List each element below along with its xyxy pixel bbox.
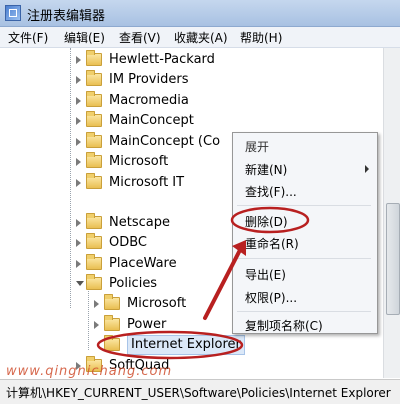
folder-icon (86, 91, 102, 107)
folder-open-icon (86, 274, 102, 290)
menu-item-copy-key-name[interactable]: 复制项名称(C) (245, 317, 323, 334)
expand-arrow-icon[interactable] (76, 76, 81, 84)
menu-item-export[interactable]: 导出(E) (245, 266, 286, 283)
menu-item-new[interactable]: 新建(N) (245, 161, 287, 178)
menu-favorites[interactable]: 收藏夹(A) (172, 29, 230, 46)
folder-icon (104, 294, 120, 310)
title-bar: 注册表编辑器 (0, 0, 400, 27)
expand-arrow-icon[interactable] (76, 239, 81, 247)
menu-file[interactable]: 文件(F) (6, 29, 50, 46)
folder-icon (104, 315, 120, 331)
menu-view[interactable]: 查看(V) (117, 29, 163, 46)
tree-guide-line (88, 288, 89, 350)
watermark-text: www.qingnichang.com (6, 364, 173, 379)
expand-arrow-icon[interactable] (76, 260, 81, 268)
expand-arrow-icon[interactable] (76, 117, 81, 125)
tree-guide-line (70, 48, 71, 308)
status-bar: 计算机\HKEY_CURRENT_USER\Software\Policies\… (0, 379, 400, 404)
folder-icon (86, 152, 102, 168)
menu-item-find[interactable]: 查找(F)... (245, 183, 297, 200)
menu-help[interactable]: 帮助(H) (238, 29, 284, 46)
menu-separator (237, 311, 371, 312)
expand-arrow-icon[interactable] (76, 158, 81, 166)
menu-item-rename[interactable]: 重命名(R) (245, 235, 299, 252)
menu-item-permissions[interactable]: 权限(P)... (245, 289, 297, 306)
expand-arrow-icon[interactable] (76, 97, 81, 105)
folder-icon (86, 233, 102, 249)
folder-icon (86, 70, 102, 86)
expand-arrow-icon[interactable] (76, 219, 81, 227)
folder-icon (86, 111, 102, 127)
menu-separator (237, 258, 371, 259)
folder-icon (86, 173, 102, 189)
folder-icon (86, 50, 102, 66)
collapse-arrow-icon[interactable] (76, 281, 84, 286)
submenu-arrow-icon (365, 165, 369, 173)
vertical-scrollbar[interactable] (383, 48, 400, 378)
scrollbar-thumb[interactable] (386, 203, 400, 315)
expand-arrow-icon[interactable] (94, 300, 99, 308)
menu-edit[interactable]: 编辑(E) (62, 29, 107, 46)
expand-arrow-icon[interactable] (76, 56, 81, 64)
expand-arrow-icon[interactable] (76, 138, 81, 146)
menu-item-expand[interactable]: 展开 (245, 138, 269, 155)
menu-bar: 文件(F) 编辑(E) 查看(V) 收藏夹(A) 帮助(H) (0, 27, 400, 48)
menu-separator (237, 205, 371, 206)
folder-icon (86, 132, 102, 148)
context-menu: 展开 新建(N) 查找(F)... 删除(D) 重命名(R) 导出(E) 权限(… (232, 132, 378, 334)
status-path: 计算机\HKEY_CURRENT_USER\Software\Policies\… (6, 386, 391, 400)
window-title: 注册表编辑器 (27, 9, 106, 24)
folder-icon (86, 254, 102, 270)
registry-editor-icon (5, 5, 21, 21)
expand-arrow-icon[interactable] (76, 179, 81, 187)
folder-icon (104, 335, 120, 351)
folder-icon (86, 213, 102, 229)
menu-item-delete[interactable]: 删除(D) (245, 213, 288, 230)
expand-arrow-icon[interactable] (94, 321, 99, 329)
